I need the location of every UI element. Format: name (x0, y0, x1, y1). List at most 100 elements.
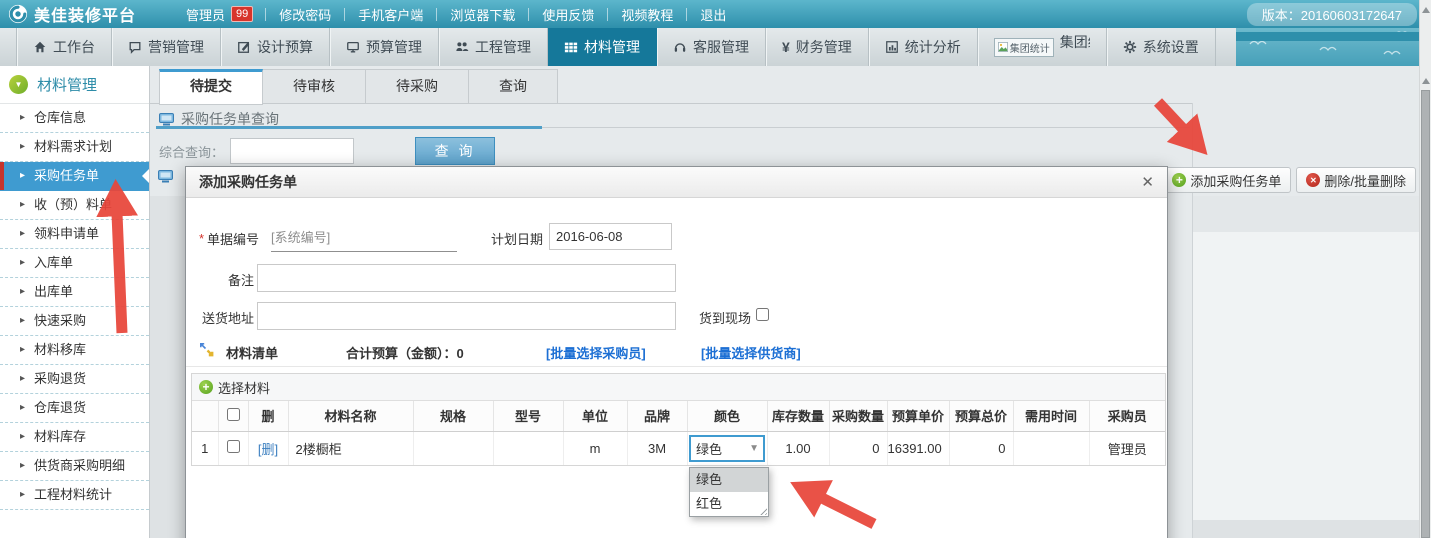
material-table: 删 材料名称 规格 型号 单位 品牌 颜色 库存数量 采购数量 预算单价 预算总… (192, 401, 1165, 465)
delivery-address-label: 送货地址 (200, 308, 254, 327)
notification-badge[interactable]: 99 (231, 6, 253, 22)
sidebar-item-label: 快速采购 (34, 313, 86, 328)
cell-purchase-qty[interactable]: 0 (829, 431, 887, 465)
col-material-name: 材料名称 (288, 401, 413, 431)
cell-unit: m (563, 431, 627, 465)
cell-material-name: 2楼橱柜 (288, 431, 413, 465)
menu-feedback[interactable]: 使用反馈 (529, 5, 607, 24)
sidebar-item-warehouse-info[interactable]: ▸仓库信息 (0, 104, 149, 133)
panel-icon-secondary (158, 170, 173, 186)
nav-item-group-stats[interactable]: 集团统计 集团统计 (978, 28, 1107, 66)
arrow-right-icon: ▸ (20, 249, 25, 277)
sidebar-item-quick-purchase[interactable]: ▸ 快速采购 (0, 307, 149, 336)
menu-logout[interactable]: 退出 (687, 5, 739, 24)
menu-change-password[interactable]: 修改密码 (266, 5, 344, 24)
cell-need-time[interactable] (1013, 431, 1089, 465)
sidebar-item-material-request[interactable]: ▸领料申请单 (0, 220, 149, 249)
sidebar-item-material-transfer[interactable]: ▸ 材料移库 (0, 336, 149, 365)
sidebar-item-outbound[interactable]: ▸出库单 (0, 278, 149, 307)
tab-pending-submit[interactable]: 待提交 (159, 69, 263, 105)
nav-item-customer-service[interactable]: 客服管理 (657, 28, 766, 66)
nav-item-engineering[interactable]: 工程管理 (439, 28, 548, 66)
tab-bar: 待提交 待审核 待采购 查询 (159, 69, 558, 105)
row-checkbox[interactable] (227, 440, 240, 453)
action-buttons: + 添加采购任务单 ✕ 删除/批量删除 (1162, 167, 1416, 193)
nav-item-marketing[interactable]: 营销管理 (112, 28, 221, 66)
menu-mobile-client[interactable]: 手机客户端 (345, 5, 436, 24)
nav-label: 营销管理 (148, 37, 204, 57)
col-model: 型号 (493, 401, 563, 431)
sidebar-item-material-stock[interactable]: ▸材料库存 (0, 423, 149, 452)
color-option-red[interactable]: 红色 (690, 492, 768, 516)
nav-item-system-settings[interactable]: 系统设置 (1107, 28, 1216, 66)
menu-browser-download[interactable]: 浏览器下载 (437, 5, 528, 24)
arrow-right-icon: ▸ (20, 307, 25, 335)
nav-item-design-budget[interactable]: 设计预算 (221, 28, 330, 66)
color-select[interactable]: 绿色 ▼ (689, 435, 765, 462)
batch-select-buyer-link[interactable]: [批量选择采购员] (546, 343, 646, 362)
nav-item-budget[interactable]: 预算管理 (330, 28, 439, 66)
plan-date-input[interactable] (549, 223, 672, 250)
cell-buyer[interactable]: 管理员 (1089, 431, 1165, 465)
sidebar-item-inbound[interactable]: ▸入库单 (0, 249, 149, 278)
nav-item-stats[interactable]: 统计分析 (869, 28, 978, 66)
sidebar-item-warehouse-return[interactable]: ▸仓库退货 (0, 394, 149, 423)
plus-circle-icon: + (1172, 173, 1186, 187)
color-option-green[interactable]: 绿色 (690, 468, 768, 492)
select-material-button[interactable]: + 选择材料 (192, 374, 1165, 401)
sidebar-item-purchase-return[interactable]: ▸采购退货 (0, 365, 149, 394)
tab-query[interactable]: 查询 (469, 69, 558, 104)
sidebar-item-label: 供货商采购明细 (34, 458, 125, 473)
nav-item-finance[interactable]: ¥ 财务管理 (766, 28, 869, 66)
scrollbar-thumb[interactable] (1421, 90, 1430, 538)
sidebar-item-label: 出库单 (34, 284, 73, 299)
version-label: 版本：20160603172647 (1247, 3, 1417, 26)
search-input[interactable] (230, 138, 354, 164)
sidebar-item-material-demand-plan[interactable]: ▸材料需求计划 (0, 133, 149, 162)
nav-item-workbench[interactable]: 工作台 (16, 28, 112, 66)
remark-input[interactable] (257, 264, 676, 292)
row-select-cell (218, 431, 248, 465)
sidebar-item-purchase-task[interactable]: ▸采购任务单 (0, 162, 149, 191)
batch-select-supplier-link[interactable]: [批量选择供货商] (701, 343, 801, 362)
cell-budget-price[interactable]: 16391.00 (887, 431, 949, 465)
select-all-checkbox[interactable] (227, 408, 240, 421)
scroll-up-icon[interactable] (1422, 3, 1430, 13)
delete-row-link[interactable]: [删] (258, 442, 278, 457)
arrow-right-icon: ▸ (20, 394, 25, 422)
tab-pending-purchase[interactable]: 待采购 (366, 69, 469, 104)
cell-color: 绿色 ▼ (687, 431, 767, 465)
top-bar: 美佳装修平台 管理员 99 修改密码 手机客户端 浏览器下载 使用反馈 视频教程… (0, 0, 1431, 28)
sidebar-item-label: 材料移库 (34, 342, 86, 357)
tab-pending-review[interactable]: 待审核 (263, 69, 366, 104)
nav-strip: 工作台 营销管理 设计预算 预算管理 工程管理 材料管理 (0, 28, 1236, 66)
panel-icon (159, 113, 174, 126)
required-mark: * (199, 231, 204, 246)
sidebar-item-supplier-purchase-detail[interactable]: ▸供货商采购明细 (0, 452, 149, 481)
sidebar-menu: ▸仓库信息 ▸材料需求计划 ▸采购任务单 ▸收（预）料单 ▸领料申请单 ▸入库单… (0, 104, 149, 510)
col-unit: 单位 (563, 401, 627, 431)
nav-item-materials[interactable]: 材料管理 (548, 28, 657, 66)
vertical-scrollbar[interactable] (1419, 0, 1431, 538)
background-band-middle (1193, 232, 1419, 520)
arrow-right-icon: ▸ (20, 104, 25, 132)
sidebar-header[interactable]: ▼ 材料管理 (0, 66, 149, 104)
onsite-delivery-checkbox[interactable] (756, 308, 769, 321)
close-icon[interactable]: ✕ (1141, 173, 1154, 191)
nav-label: 系统设置 (1143, 37, 1199, 57)
sidebar-item-receive-material[interactable]: ▸收（预）料单 (0, 191, 149, 220)
search-button[interactable]: 查 询 (415, 137, 495, 165)
scroll-up-icon[interactable] (1422, 74, 1430, 84)
arrow-right-icon: ▸ (20, 336, 25, 364)
cell-model (493, 431, 563, 465)
sidebar-item-label: 材料库存 (34, 429, 86, 444)
nav-label: 财务管理 (796, 37, 852, 57)
col-budget-price: 预算单价 (887, 401, 949, 431)
add-purchase-task-button[interactable]: + 添加采购任务单 (1162, 167, 1291, 193)
user-menu[interactable]: 管理员 99 (174, 5, 265, 24)
menu-video-tutorial[interactable]: 视频教程 (608, 5, 686, 24)
sidebar-item-project-material-stats[interactable]: ▸工程材料统计 (0, 481, 149, 510)
delivery-address-input[interactable] (257, 302, 676, 330)
delete-batch-delete-button[interactable]: ✕ 删除/批量删除 (1296, 167, 1416, 193)
brand-logo-icon (8, 4, 28, 24)
